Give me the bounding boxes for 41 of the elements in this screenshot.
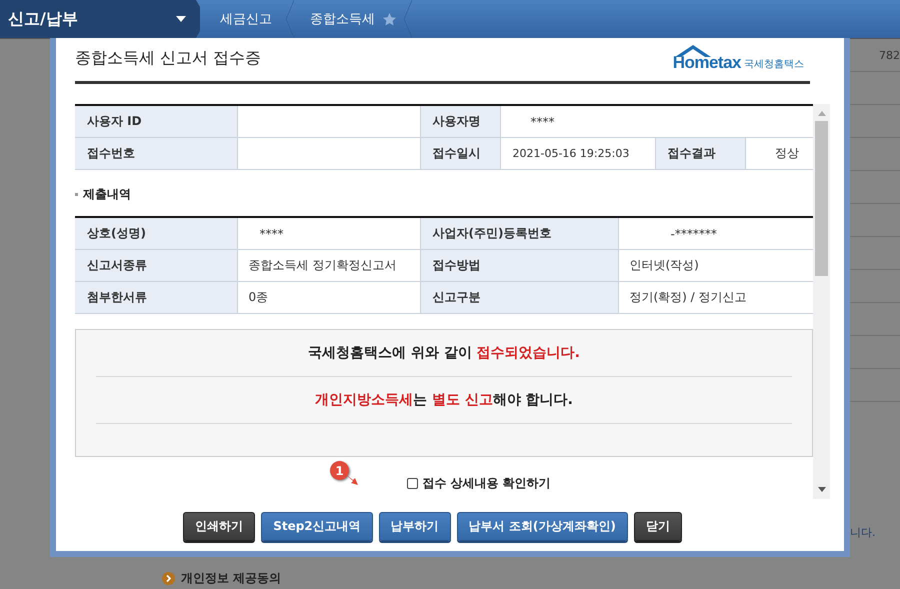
message-text: 국세청홈택스에 위와 같이 접수되었습니다.	[96, 330, 792, 377]
header-cell: 사용자 ID	[75, 105, 237, 138]
header-cell: 사업자(주민)등록번호	[420, 217, 618, 250]
chevron-circle-icon	[162, 572, 175, 585]
header-cell: 접수방법	[420, 250, 618, 282]
action-button[interactable]: 인쇄하기	[183, 512, 256, 541]
hometax-logo: Hometax 국세청홈택스	[672, 44, 804, 73]
dialog-title: 종합소득세 신고서 접수증	[75, 48, 262, 69]
header-cell: 접수결과	[655, 138, 745, 170]
scroll-down-icon[interactable]	[818, 487, 826, 492]
header-cell: 상호(성명)	[75, 217, 237, 250]
table-cell: ****	[237, 217, 420, 250]
header-cell: 신고구분	[420, 282, 618, 314]
table-cell: 0종	[237, 282, 420, 314]
section-title: 개인정보 제공동의	[181, 570, 282, 587]
menu-title[interactable]: 신고/납부	[8, 8, 78, 30]
breadcrumb-link[interactable]: 세금신고	[214, 10, 278, 28]
action-button[interactable]: 닫기	[634, 512, 682, 541]
action-button[interactable]: 납부서 조회(가상계좌확인)	[456, 512, 628, 541]
scrollbar[interactable]	[813, 104, 830, 499]
scroll-thumb[interactable]	[815, 121, 828, 276]
caret-icon[interactable]	[176, 16, 186, 22]
header-cell: 접수번호	[75, 138, 237, 170]
header-cell: 신고서종류	[75, 250, 237, 282]
table-cell: 2021-05-16 19:25:03	[500, 138, 655, 170]
table-cell: 782	[879, 48, 900, 62]
message-text: 개인지방소득세는 별도 신고해야 합니다.	[96, 377, 792, 424]
scroll-up-icon[interactable]	[818, 111, 826, 116]
header-cell: 접수일시	[420, 138, 500, 170]
checkbox[interactable]	[407, 478, 418, 489]
section-title: 제출내역	[83, 186, 131, 202]
table-cell: 종합소득세 정기확정신고서	[237, 250, 420, 282]
header-cell: 첨부한서류	[75, 282, 237, 314]
callout-badge: 1	[330, 461, 349, 480]
action-button[interactable]: Step2신고내역	[261, 512, 373, 541]
checkbox-label[interactable]: 접수 상세내용 확인하기	[422, 475, 551, 492]
notice-text: 니다.	[850, 525, 876, 540]
breadcrumb-link[interactable]: 종합소득세	[304, 10, 381, 28]
star-icon[interactable]	[383, 12, 396, 26]
header-cell: 사용자명	[420, 105, 500, 138]
action-button[interactable]: 납부하기	[378, 512, 451, 541]
